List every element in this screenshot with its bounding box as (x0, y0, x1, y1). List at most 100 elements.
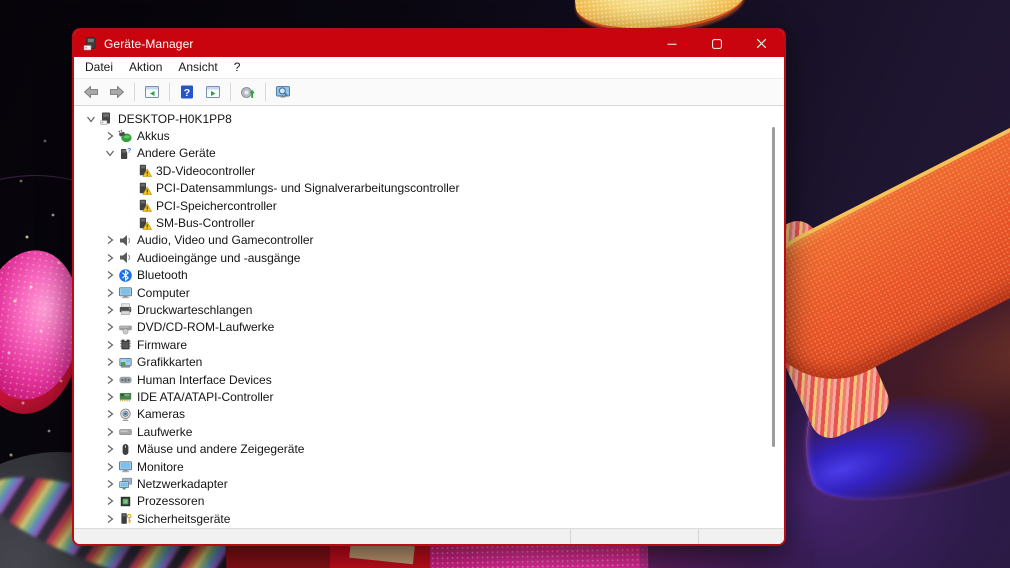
chevron-right-icon[interactable] (101, 372, 118, 387)
chevron-right-icon[interactable] (101, 355, 118, 370)
tree-item[interactable]: Druckwarteschlangen (74, 301, 784, 318)
chevron-right-icon[interactable] (101, 442, 118, 457)
tree-item[interactable]: Laufwerke (74, 423, 784, 440)
tree-item[interactable]: Prozessoren (74, 493, 784, 510)
tree-item[interactable]: Audio, Video und Gamecontroller (74, 232, 784, 249)
tree-item[interactable]: Grafikkarten (74, 353, 784, 370)
chevron-right-icon[interactable] (101, 250, 118, 265)
chevron-down-icon[interactable] (101, 146, 118, 161)
vertical-scrollbar[interactable] (772, 127, 775, 447)
tree-item-label[interactable]: PCI-Datensammlungs- und Signalverarbeitu… (156, 181, 459, 195)
chevron-right-icon[interactable] (101, 511, 118, 526)
show-console-tree-icon (145, 86, 159, 98)
chevron-right-icon[interactable] (101, 233, 118, 248)
tree-item[interactable]: PCI-Datensammlungs- und Signalverarbeitu… (74, 180, 784, 197)
tree-item-label[interactable]: Mäuse und andere Zeigegeräte (137, 442, 304, 456)
tree-item[interactable]: Netzwerkadapter (74, 475, 784, 492)
tree-item-label[interactable]: Andere Geräte (137, 146, 216, 160)
firmware-icon (118, 337, 133, 352)
tree-item[interactable]: 3D-Videocontroller (74, 162, 784, 179)
tree-item-label[interactable]: Laufwerke (137, 425, 192, 439)
svg-text:?: ? (184, 87, 190, 99)
menu-aktion[interactable]: Aktion (121, 57, 170, 78)
tree-item[interactable]: DVD/CD-ROM-Laufwerke (74, 319, 784, 336)
chevron-right-icon[interactable] (101, 459, 118, 474)
chevron-right-icon[interactable] (101, 268, 118, 283)
tree-item-label[interactable]: Kameras (137, 407, 185, 421)
forward-icon (110, 85, 125, 99)
device-search-icon (276, 86, 290, 98)
show-action-pane-button[interactable] (201, 81, 225, 104)
titlebar[interactable]: Geräte-Manager (74, 30, 784, 57)
chevron-right-icon[interactable] (101, 494, 118, 509)
speaker-icon (118, 250, 133, 265)
tree-item-label[interactable]: SM-Bus-Controller (156, 216, 255, 230)
speaker-icon (118, 233, 133, 248)
tree-item-label[interactable]: Firmware (137, 338, 187, 352)
tree-item-label[interactable]: DESKTOP-H0K1PP8 (118, 112, 232, 126)
minimize-button[interactable] (649, 30, 694, 57)
chevron-right-icon[interactable] (101, 302, 118, 317)
tree-item[interactable]: Kameras (74, 406, 784, 423)
tree-item[interactable]: IDE ATA/ATAPI-Controller (74, 388, 784, 405)
statusbar-section (570, 529, 698, 544)
forward-button[interactable] (105, 81, 129, 104)
chevron-right-icon[interactable] (101, 285, 118, 300)
tree-item-label[interactable]: Druckwarteschlangen (137, 303, 252, 317)
back-button[interactable] (79, 81, 103, 104)
tree-item[interactable]: PCI-Speichercontroller (74, 197, 784, 214)
chevron-right-icon[interactable] (101, 389, 118, 404)
maximize-button[interactable] (694, 30, 739, 57)
chevron-down-icon[interactable] (82, 111, 99, 126)
chevron-right-icon[interactable] (101, 407, 118, 422)
device-manager-icon (82, 36, 98, 52)
tree-item[interactable]: Mäuse und andere Zeigegeräte (74, 440, 784, 457)
tree-item[interactable]: SM-Bus-Controller (74, 214, 784, 231)
tree-item-label[interactable]: Prozessoren (137, 494, 204, 508)
tree-item-label[interactable]: Audio, Video und Gamecontroller (137, 233, 314, 247)
chevron-right-icon[interactable] (101, 129, 118, 144)
menu-help[interactable]: ? (226, 57, 249, 78)
help-button[interactable]: ? (175, 81, 199, 104)
tree-item[interactable]: Sicherheitsgeräte (74, 510, 784, 527)
chevron-right-icon[interactable] (101, 424, 118, 439)
security-device-icon (118, 511, 133, 526)
tree-item-label[interactable]: DVD/CD-ROM-Laufwerke (137, 320, 274, 334)
toolbar-separator (169, 83, 170, 101)
tree-item-label[interactable]: Monitore (137, 460, 184, 474)
tree-item-label[interactable]: Audioeingänge und -ausgänge (137, 251, 300, 265)
tree-item-label[interactable]: Bluetooth (137, 268, 188, 282)
tree-item[interactable]: Akkus (74, 127, 784, 144)
tree-item-label[interactable]: Grafikkarten (137, 355, 202, 369)
menu-datei[interactable]: Datei (77, 57, 121, 78)
bluetooth-icon (118, 268, 133, 283)
toolbar-separator (230, 83, 231, 101)
tree-item-label[interactable]: Computer (137, 286, 190, 300)
tree-item[interactable]: Computer (74, 284, 784, 301)
scan-hardware-changes-button[interactable] (236, 81, 260, 104)
chevron-right-icon[interactable] (101, 476, 118, 491)
tree-item-label[interactable]: IDE ATA/ATAPI-Controller (137, 390, 273, 404)
close-button[interactable] (739, 30, 784, 57)
tree-item[interactable]: Bluetooth (74, 267, 784, 284)
tree-item-label[interactable]: Human Interface Devices (137, 373, 272, 387)
menu-ansicht[interactable]: Ansicht (170, 57, 225, 78)
statusbar (74, 528, 784, 544)
tree-item[interactable]: Human Interface Devices (74, 371, 784, 388)
show-console-tree-button[interactable] (140, 81, 164, 104)
unknown-device-icon: ? (118, 146, 133, 161)
tree-item[interactable]: Firmware (74, 336, 784, 353)
tree-item-label[interactable]: Sicherheitsgeräte (137, 512, 230, 526)
chevron-right-icon[interactable] (101, 337, 118, 352)
tree-item-label[interactable]: Akkus (137, 129, 170, 143)
tree-item[interactable]: Monitore (74, 458, 784, 475)
tree-item-label[interactable]: PCI-Speichercontroller (156, 199, 277, 213)
tree-item-label[interactable]: 3D-Videocontroller (156, 164, 255, 178)
device-search-button[interactable] (271, 81, 295, 104)
tree-item-label[interactable]: Netzwerkadapter (137, 477, 228, 491)
tree-item[interactable]: Audioeingänge und -ausgänge (74, 249, 784, 266)
chevron-right-icon[interactable] (101, 320, 118, 335)
window-title: Geräte-Manager (104, 36, 194, 51)
tree-item[interactable]: ? Andere Geräte (74, 145, 784, 162)
tree-item[interactable]: DESKTOP-H0K1PP8 (74, 110, 784, 127)
